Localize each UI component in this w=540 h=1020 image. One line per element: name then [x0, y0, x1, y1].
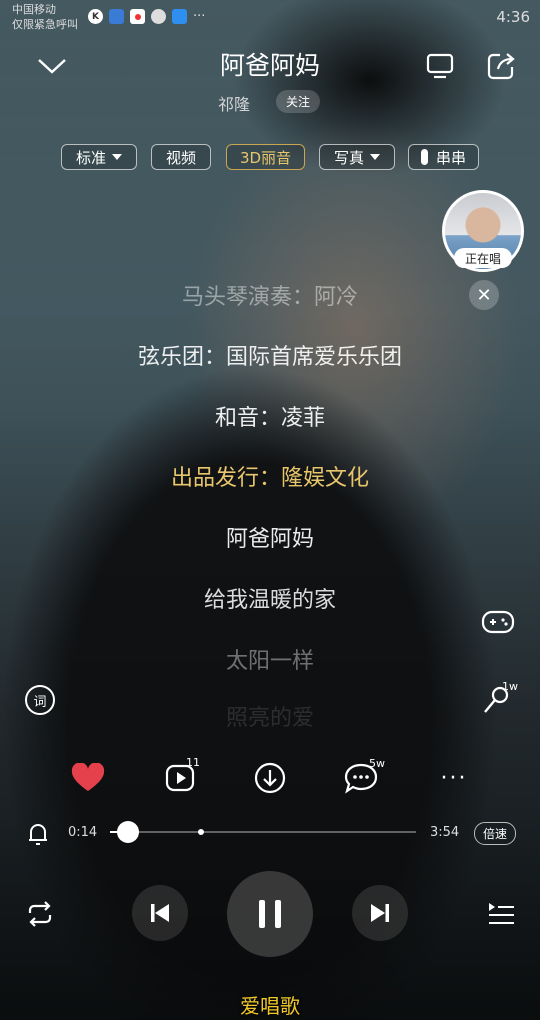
tv-cast-icon[interactable]: [424, 50, 456, 82]
skip-previous-icon: [151, 904, 169, 922]
video-button[interactable]: 视频: [151, 144, 211, 170]
playlist-icon[interactable]: [484, 898, 518, 930]
chat-bubble-icon: [151, 9, 166, 24]
skip-next-icon: [371, 904, 389, 922]
lyric-line[interactable]: 给我温暖的家: [0, 582, 540, 614]
total-time: 3:54: [430, 825, 460, 840]
emergency-label: 仅限紧急呼叫: [12, 18, 78, 31]
quality-label: 标准: [75, 148, 106, 167]
sound-3d-label: 3D丽音: [239, 148, 292, 167]
status-icons: K ···: [88, 9, 205, 24]
capsule-icon: [420, 149, 428, 165]
chuanchuan-button[interactable]: 串串: [408, 144, 479, 170]
comment-count: 5w: [369, 757, 385, 770]
browser-icon: [172, 9, 187, 24]
pause-icon: [259, 900, 281, 928]
follow-button[interactable]: 关注: [276, 90, 321, 113]
player-screen: 中国移动 仅限紧急呼叫 K ··· 4:36 阿爸阿妈 祁隆 关注 标准 视频 …: [0, 0, 540, 1020]
more-dots-icon[interactable]: ···: [434, 758, 474, 798]
progress-knob[interactable]: [117, 821, 140, 843]
caret-down-icon: [370, 154, 380, 160]
video-label: 视频: [165, 148, 196, 167]
artist-name[interactable]: 祁隆: [218, 91, 250, 115]
next-button[interactable]: [352, 885, 408, 941]
download-icon[interactable]: [250, 758, 290, 798]
lyric-line[interactable]: 马头琴演奏：阿冷: [0, 279, 540, 311]
current-time: 0:14: [68, 825, 98, 840]
map-pin-icon: [130, 9, 145, 24]
previous-button[interactable]: [132, 885, 188, 941]
status-carrier: 中国移动 仅限紧急呼叫: [12, 2, 78, 32]
repeat-icon[interactable]: [24, 898, 56, 930]
portrait-select[interactable]: 写真: [319, 144, 395, 170]
sound-3d-button[interactable]: 3D丽音: [226, 144, 305, 170]
lyric-toggle-label: 词: [33, 694, 47, 710]
watermark: 爱唱歌: [240, 994, 300, 1018]
more-dots-icon: ···: [193, 9, 206, 24]
share-icon[interactable]: [484, 50, 518, 82]
lyric-line[interactable]: 和音：凌菲: [0, 400, 540, 432]
sing-count: 1w: [502, 680, 518, 693]
song-title: 阿爸阿妈: [219, 51, 320, 80]
bell-icon[interactable]: [24, 820, 52, 848]
lyric-toggle-icon[interactable]: 词: [25, 685, 55, 715]
live-label: 正在唱: [454, 248, 512, 268]
k-app-icon: K: [88, 9, 103, 24]
chuanchuan-label: 串串: [435, 148, 466, 167]
gamepad-icon[interactable]: [478, 602, 518, 642]
like-heart-icon[interactable]: [68, 758, 108, 798]
carrier-label: 中国移动: [12, 3, 56, 16]
climax-marker: [198, 829, 204, 835]
lyric-line[interactable]: 太阳一样: [0, 643, 540, 675]
pause-button[interactable]: [227, 871, 313, 957]
speed-button[interactable]: 倍速: [474, 822, 517, 845]
lyric-line[interactable]: 阿爸阿妈: [0, 521, 540, 553]
lyric-line-current[interactable]: 出品发行：隆娱文化: [0, 460, 540, 492]
recognition-count: 11: [186, 756, 200, 769]
portrait-label: 写真: [333, 148, 364, 167]
lyric-line[interactable]: 照亮的爱: [0, 700, 540, 732]
progress-track[interactable]: [110, 831, 416, 833]
lyric-line[interactable]: 弦乐团：国际首席爱乐乐团: [0, 339, 540, 371]
quality-select[interactable]: 标准: [61, 144, 137, 170]
status-time: 4:36: [496, 8, 530, 26]
caret-down-icon: [112, 154, 122, 160]
shield-icon: [109, 9, 124, 24]
